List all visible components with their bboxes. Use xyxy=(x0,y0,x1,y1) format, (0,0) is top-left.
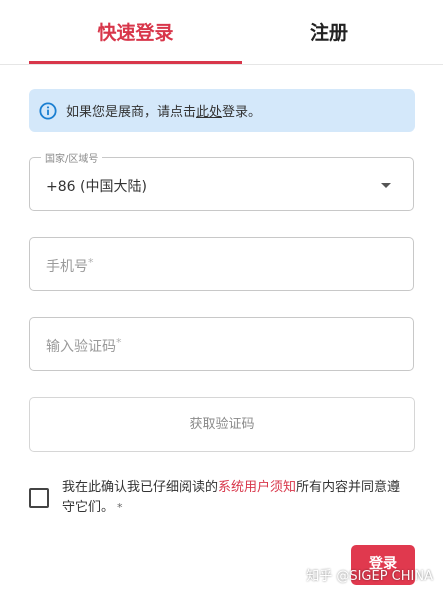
country-code-value: +86 (中国大陆) xyxy=(46,179,147,195)
user-terms-link[interactable]: 系统用户须知 xyxy=(218,480,296,495)
tab-quick-login[interactable]: 快速登录 xyxy=(29,0,242,64)
country-code-label: 国家/区域号 xyxy=(41,150,103,165)
info-text-after: 登录。 xyxy=(222,105,262,120)
phone-input[interactable] xyxy=(30,238,413,290)
chevron-down-icon[interactable] xyxy=(381,183,391,188)
exhibitor-login-link[interactable]: 此处 xyxy=(196,105,222,120)
tab-bar: 快速登录 注册 xyxy=(0,0,443,65)
country-code-select[interactable]: 国家/区域号 +86 (中国大陆) xyxy=(29,150,414,211)
info-icon xyxy=(39,101,57,120)
consent-text: 我在此确认我已仔细阅读的系统用户须知所有内容并同意遵守它们。 * xyxy=(62,478,412,518)
tab-register[interactable]: 注册 xyxy=(242,0,416,64)
consent-required-mark: * xyxy=(117,501,123,514)
get-verification-code-button[interactable]: 获取验证码 xyxy=(29,397,415,452)
verification-code-input[interactable] xyxy=(30,318,413,370)
exhibitor-info-banner: 如果您是展商，请点击此处登录。 xyxy=(29,89,415,132)
phone-field[interactable]: 手机号* xyxy=(29,237,414,291)
active-tab-indicator xyxy=(29,61,242,64)
info-message: 如果您是展商，请点击此处登录。 xyxy=(66,101,261,120)
verification-code-field[interactable]: 输入验证码* xyxy=(29,317,414,371)
consent-text-before: 我在此确认我已仔细阅读的 xyxy=(62,480,219,495)
info-text-before: 如果您是展商，请点击 xyxy=(66,105,197,120)
consent-checkbox[interactable] xyxy=(29,488,49,508)
watermark: 知乎 @SIGEP CHINA xyxy=(306,569,433,584)
